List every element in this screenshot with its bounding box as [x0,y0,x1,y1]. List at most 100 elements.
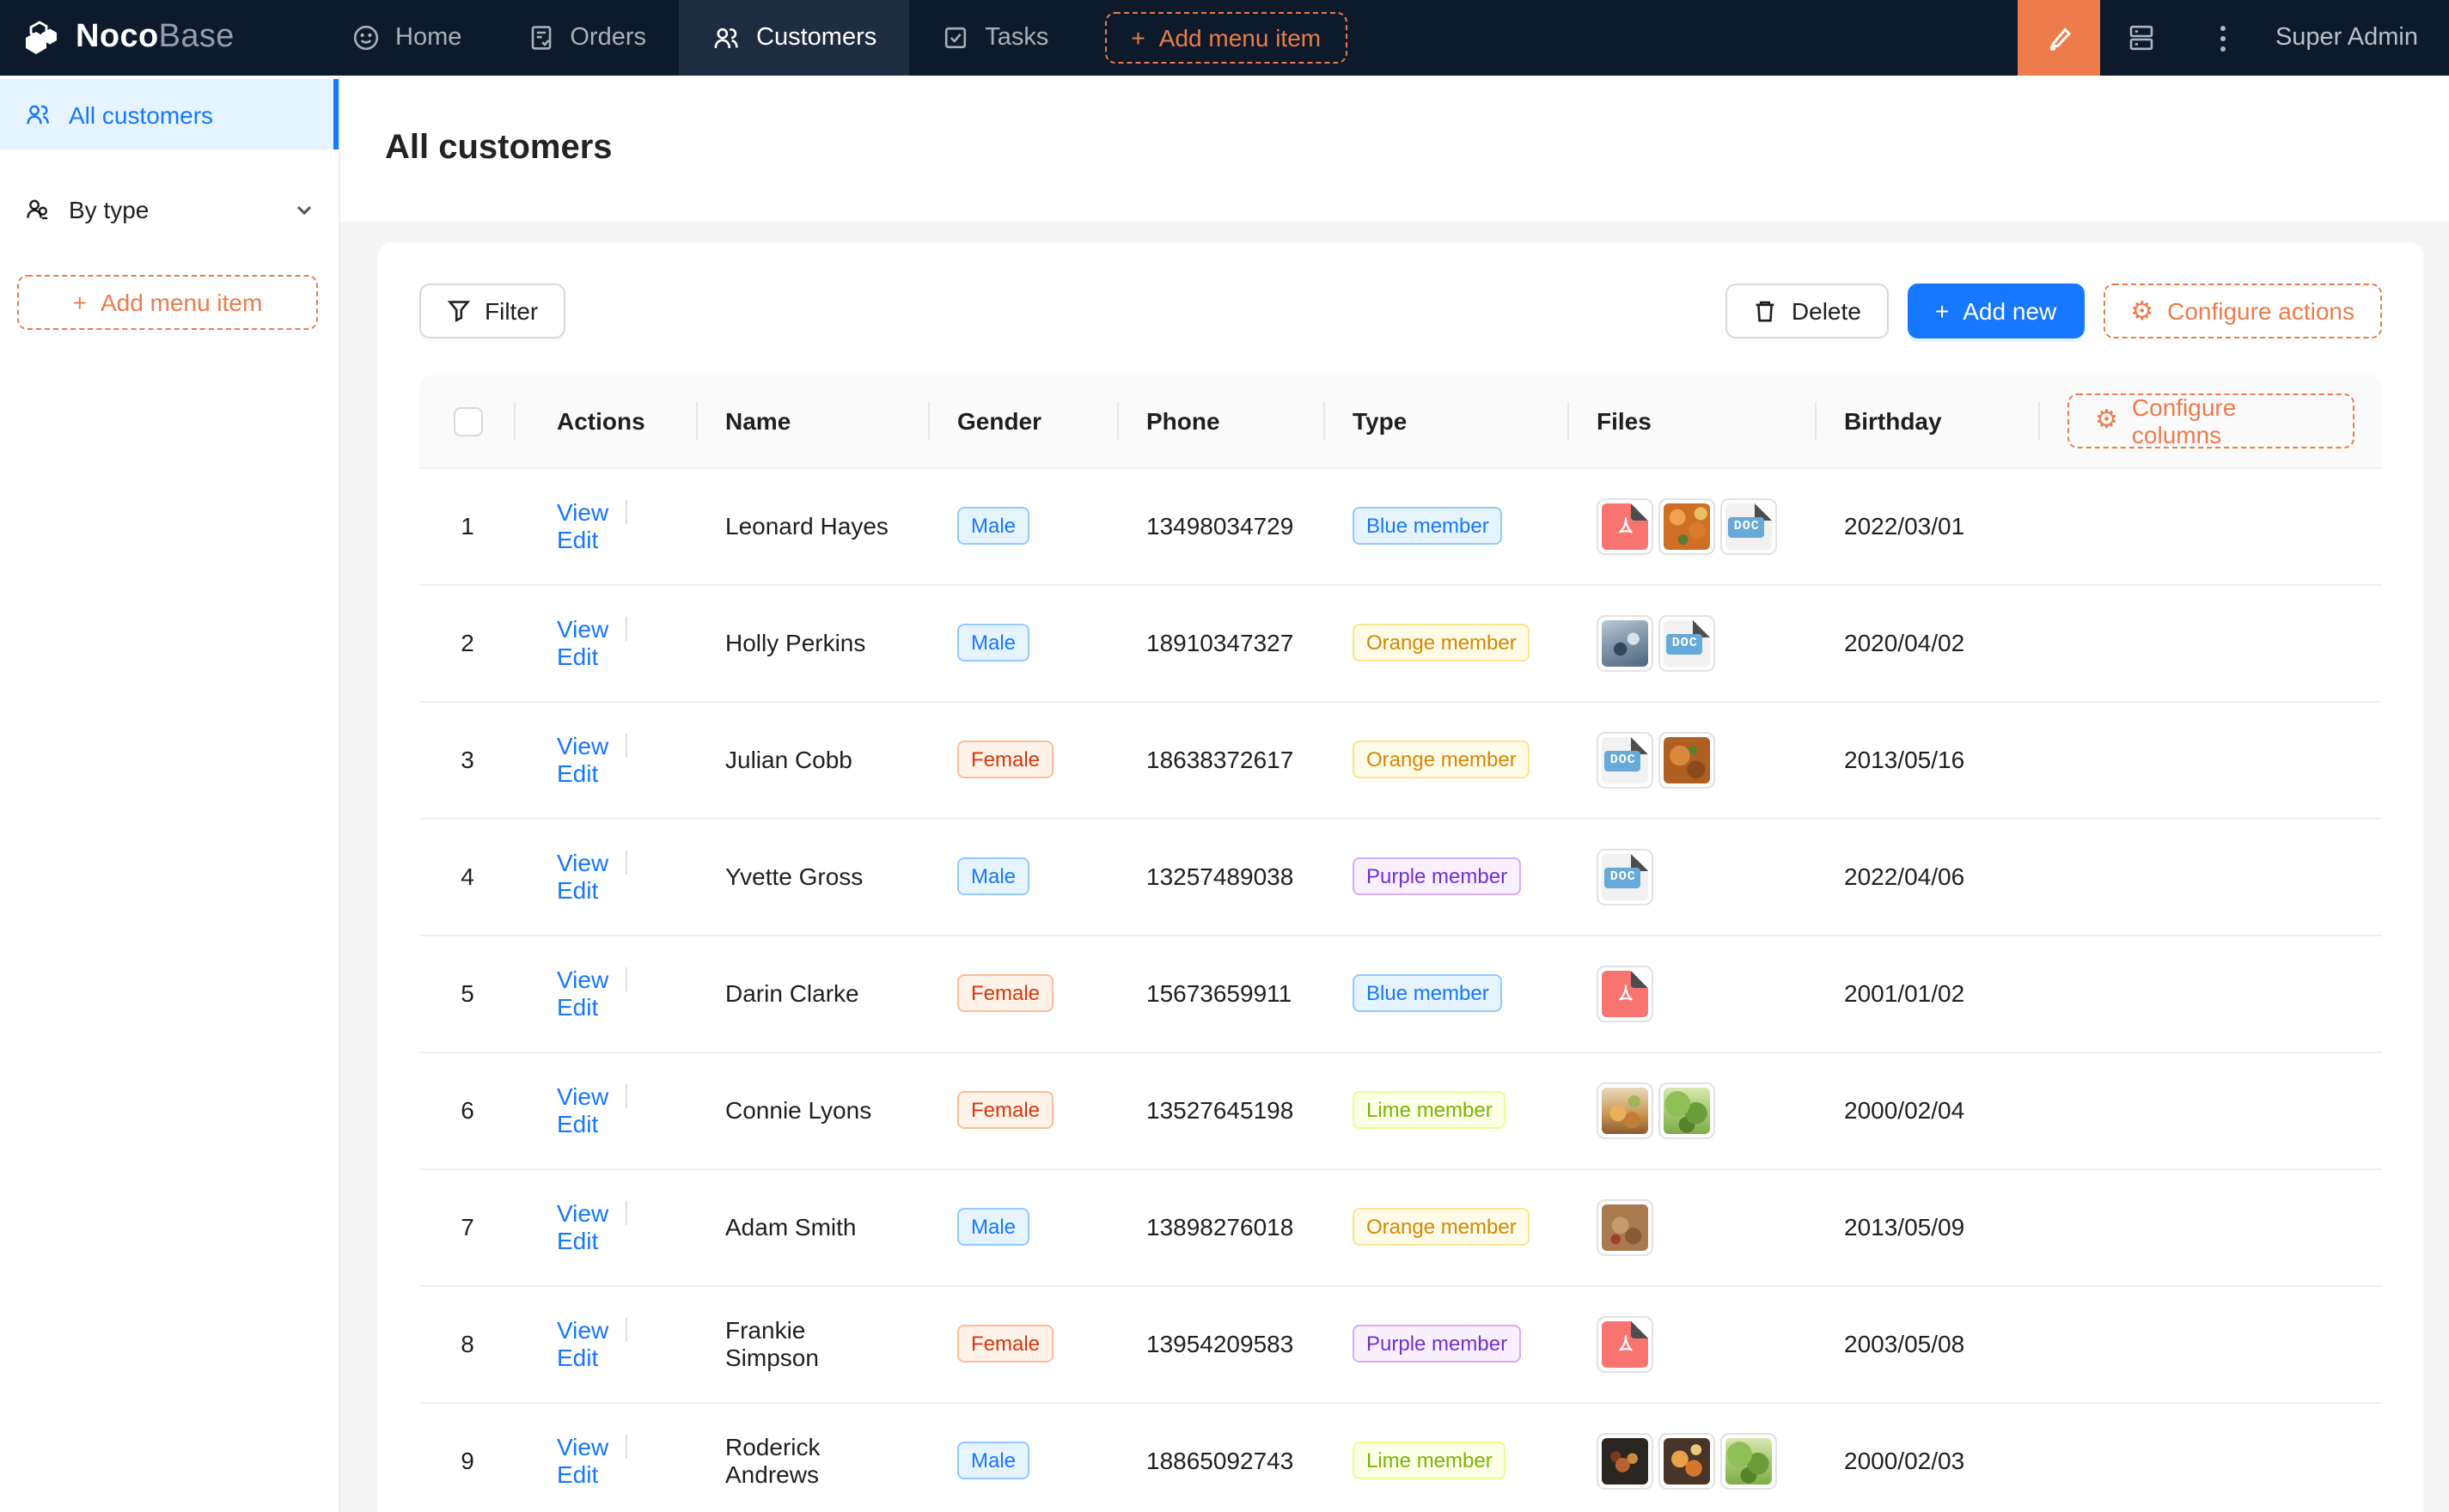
pdf-glyph [1611,979,1639,1007]
edit-link[interactable]: Edit [557,759,598,787]
link-divider [626,1201,627,1225]
pdf-file-icon[interactable] [1597,497,1653,554]
pdf-glyph [1611,512,1639,540]
active-indicator [333,79,339,149]
nav-item-orders[interactable]: Orders [494,0,679,76]
customer-name: Roderick Andrews [725,1433,821,1488]
phone-number: 13527645198 [1146,1096,1293,1124]
kebab-icon [2221,25,2226,51]
view-link[interactable]: View [557,615,608,643]
select-all-header [419,375,516,467]
view-link[interactable]: View [557,966,608,993]
nav-item-label: Tasks [985,24,1048,52]
nav-item-label: Orders [570,24,646,52]
doc-file-icon[interactable]: DOC [1720,497,1777,554]
configure-columns-button[interactable]: ⚙ Configure columns [2067,393,2354,448]
table-body: 1 ViewEdit Leonard Hayes Male 1349803472… [419,467,2382,1512]
delete-button[interactable]: Delete [1726,284,1889,338]
birthday-value: 2000/02/04 [1844,1096,1964,1124]
photo-orange-food [1664,503,1710,549]
edit-link[interactable]: Edit [557,643,598,670]
plugin-settings-button[interactable] [2100,0,2183,76]
photo-thumbnail[interactable] [1658,1082,1715,1138]
view-link[interactable]: View [557,1316,608,1344]
select-all-checkbox[interactable] [453,406,482,436]
photo-thumbnail[interactable] [1597,1432,1653,1489]
nocobase-logo[interactable]: NocoBase [0,17,320,58]
view-link[interactable]: View [557,1433,608,1460]
customer-name: Darin Clarke [725,979,859,1007]
photo-thumbnail[interactable] [1658,1432,1715,1489]
doc-label: DOC [1667,633,1703,654]
pdf-file-icon[interactable] [1597,965,1653,1021]
edit-link[interactable]: Edit [557,876,598,904]
view-link[interactable]: View [557,1199,608,1227]
smile-icon [352,24,380,52]
edit-link[interactable]: Edit [557,1460,598,1488]
logo-text: NocoBase [76,19,235,57]
member-type-badge: Orange member [1353,1208,1530,1246]
table-row: 9 ViewEdit Roderick Andrews Male 1886509… [419,1402,2382,1512]
row-index: 5 [461,979,474,1007]
customer-name: Yvette Gross [725,863,863,890]
doc-label: DOC [1605,867,1641,887]
customers-group-icon [24,195,52,223]
table-row: 7 ViewEdit Adam Smith Male 13898276018 O… [419,1168,2382,1285]
member-type-badge: Orange member [1353,741,1530,778]
edit-link[interactable]: Edit [557,993,598,1021]
files-cell: DOC [1597,731,1789,788]
edit-link[interactable]: Edit [557,526,598,553]
phone-number: 13498034729 [1146,512,1293,540]
view-link[interactable]: View [557,498,608,526]
view-link[interactable]: View [557,849,608,876]
photo-thumbnail[interactable] [1720,1432,1777,1489]
files-cell [1597,1315,1789,1372]
app-window: NocoBase Home Orders [0,0,2449,1512]
photo-thumbnail[interactable] [1658,497,1715,554]
gender-badge: Male [957,1442,1029,1479]
gender-badge: Male [957,1208,1029,1246]
photo-thumbnail[interactable] [1597,1198,1653,1255]
photo-thumbnail[interactable] [1597,1082,1653,1138]
view-link[interactable]: View [557,732,608,759]
photo-broccoli [1664,1087,1710,1133]
row-index: 8 [461,1330,474,1357]
ui-editor-button[interactable] [2018,0,2100,76]
edit-link[interactable]: Edit [557,1344,598,1371]
table-row: 3 ViewEdit Julian Cobb Female 1863837261… [419,701,2382,818]
doc-file-icon[interactable]: DOC [1597,731,1653,788]
configure-actions-label: Configure actions [2167,297,2354,325]
photo-thumbnail[interactable] [1597,614,1653,671]
nav-item-tasks[interactable]: Tasks [909,0,1081,76]
edit-link[interactable]: Edit [557,1110,598,1137]
add-new-button[interactable]: + Add new [1908,284,2084,338]
more-options-button[interactable] [2183,0,2265,76]
sidebar-item-all-customers[interactable]: All customers [0,79,339,149]
gender-badge: Female [957,741,1053,778]
files-cell: DOC [1597,614,1789,671]
link-divider [626,617,627,641]
filter-button[interactable]: Filter [419,284,565,338]
column-header-phone: Phone [1119,375,1325,467]
photo-thumbnail[interactable] [1658,731,1715,788]
edit-link[interactable]: Edit [557,1227,598,1254]
add-new-label: Add new [1963,297,2056,325]
column-header-files: Files [1569,375,1817,467]
nav-item-customers[interactable]: Customers [679,0,909,76]
sidebar-item-label: By type [69,195,149,223]
view-link[interactable]: View [557,1082,608,1110]
files-cell [1597,965,1789,1021]
doc-file-icon[interactable]: DOC [1597,848,1653,905]
sidebar-item-by-type[interactable]: By type [0,174,339,244]
nav-add-menu-item-button[interactable]: + Add menu item [1105,12,1347,64]
current-user[interactable]: Super Admin [2265,24,2449,52]
phone-number: 13898276018 [1146,1213,1293,1241]
pdf-file-icon[interactable] [1597,1315,1653,1372]
doc-file-icon[interactable]: DOC [1658,614,1715,671]
birthday-value: 2001/01/02 [1844,979,1964,1007]
member-type-badge: Orange member [1353,624,1530,662]
nav-item-home[interactable]: Home [320,0,494,76]
server-stack-icon [2126,22,2157,53]
configure-actions-button[interactable]: ⚙ Configure actions [2103,284,2382,338]
sidebar-add-menu-item-button[interactable]: + Add menu item [17,275,318,330]
